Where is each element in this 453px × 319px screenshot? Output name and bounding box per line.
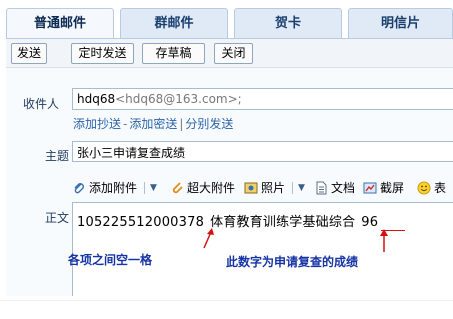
separate-send-link[interactable]: 分别发送 (185, 117, 233, 131)
body-label: 正文 (45, 211, 70, 225)
screenshot-label: 截屏 (380, 181, 405, 195)
photo-label: 照片 (261, 181, 286, 195)
emoticon-label: 表 (434, 181, 447, 195)
add-cc-link[interactable]: 添加抄送 (73, 117, 121, 131)
close-button[interactable]: 关闭 (214, 43, 253, 64)
compose-panel: 收件人 hdq68<hdq68@163.com>; 添加抄送 - 添加密送 | 分别发送… (6, 68, 453, 296)
chevron-down-icon[interactable]: ▼ (150, 183, 157, 193)
gap-annotation: 各项之间空一格 (68, 253, 153, 267)
super-attachment-label: 超大附件 (187, 181, 236, 195)
attachment-toolbar: 添加附件 ▼ 超大附件 照片 ▼ 文档 截屏 表 (72, 176, 453, 198)
id-number: 105225512000378 (77, 215, 205, 230)
compose-mail-window: 普通邮件 群邮件 贺卡 明信片 发送 定时发送 存草稿 关闭 收件人 hdq68… (0, 0, 453, 319)
recipient-name: hdq68 (77, 92, 116, 106)
tab-postcard[interactable]: 明信片 (348, 8, 453, 38)
screenshot-button[interactable]: 截屏 (363, 179, 404, 196)
body-editor[interactable]: 105225512000378 体育教育训练学基础综合 96 (72, 202, 453, 296)
scheduled-send-button[interactable]: 定时发送 (71, 43, 134, 64)
subject-label: 主题 (45, 149, 70, 163)
recipient-token: hdq68<hdq68@163.com>; (77, 92, 242, 106)
recipient-label: 收件人 (23, 97, 60, 111)
subject-value: 张小三申请复查成绩 (77, 146, 186, 160)
document-button[interactable]: 文档 (314, 179, 355, 196)
tab-greeting-card[interactable]: 贺卡 (234, 8, 342, 38)
photo-icon (244, 181, 258, 195)
save-draft-button[interactable]: 存草稿 (142, 43, 205, 64)
score-underline (381, 230, 405, 231)
tab-regular-mail[interactable]: 普通邮件 (6, 8, 114, 38)
page-bottom (0, 300, 453, 319)
chevron-down-icon[interactable]: ▼ (298, 183, 305, 193)
smiley-icon (417, 181, 431, 195)
score-value: 96 (361, 215, 379, 230)
photo-button[interactable]: 照片 ▼ (244, 179, 305, 196)
tab-group-mail[interactable]: 群邮件 (120, 8, 228, 38)
compose-toolbar: 发送 定时发送 存草稿 关闭 (6, 38, 453, 68)
send-button[interactable]: 发送 (11, 43, 47, 64)
paperclip-icon (72, 181, 86, 195)
subject-name: 体育教育训练学基础综合 (210, 215, 356, 230)
recipient-input[interactable]: hdq68<hdq68@163.com>; (72, 88, 453, 110)
emoticon-button[interactable]: 表 (417, 179, 446, 196)
divider (144, 181, 146, 194)
document-label: 文档 (331, 181, 356, 195)
tab-bar: 普通邮件 群邮件 贺卡 明信片 (6, 8, 453, 38)
super-attachment-button[interactable]: 超大附件 (170, 179, 235, 196)
body-content: 105225512000378 体育教育训练学基础综合 96 (77, 211, 378, 230)
score-annotation: 此数字为申请复查的成绩 (226, 255, 359, 269)
document-icon (314, 181, 328, 195)
subject-input[interactable]: 张小三申请复查成绩 (72, 141, 453, 162)
recipient-links: 添加抄送 - 添加密送 | 分别发送 (73, 115, 233, 132)
add-bcc-link[interactable]: 添加密送 (129, 117, 177, 131)
screenshot-icon (363, 181, 377, 195)
recipient-address: <hdq68@163.com>; (115, 92, 242, 106)
large-attachment-icon (170, 181, 184, 195)
divider (292, 181, 294, 194)
add-attachment-button[interactable]: 添加附件 ▼ (72, 179, 157, 196)
add-attachment-label: 添加附件 (89, 181, 138, 195)
